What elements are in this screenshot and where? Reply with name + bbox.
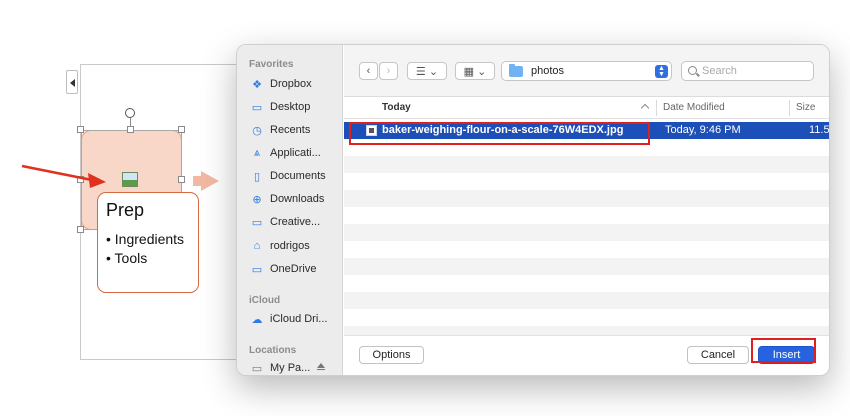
column-header-date-modified[interactable]: Date Modified: [663, 102, 725, 113]
sort-ascending-icon: [640, 103, 650, 113]
dropbox-icon: ❖: [252, 78, 262, 91]
red-annotation-arrow-icon: [21, 164, 106, 188]
cancel-button[interactable]: Cancel: [687, 346, 749, 364]
sidebar-item-documents[interactable]: ▯ Documents: [250, 167, 342, 185]
sidebar-header-favorites: Favorites: [249, 59, 294, 70]
empty-row: [344, 190, 829, 207]
empty-row: [344, 156, 829, 173]
slide-card-title: Prep: [106, 200, 145, 220]
empty-row: [344, 275, 829, 292]
empty-row: [344, 207, 829, 224]
eject-icon[interactable]: [317, 363, 325, 370]
forward-button[interactable]: ›: [379, 62, 398, 80]
file-size: 11.5: [809, 124, 830, 136]
insert-highlight-annotation: [751, 338, 816, 363]
download-icon: ⊕: [252, 193, 262, 206]
empty-row: [344, 241, 829, 258]
back-button[interactable]: ‹: [359, 62, 378, 80]
sidebar-item-applications[interactable]: ⩓ Applicati...: [250, 144, 342, 162]
sidebar-item-onedrive[interactable]: ▭ OneDrive: [250, 260, 342, 278]
sidebar-item-dropbox[interactable]: ❖ Dropbox: [250, 75, 342, 93]
list-view-icon: ☰ ⌄: [415, 65, 439, 78]
options-button[interactable]: Options: [359, 346, 424, 364]
dialog-toolbar: ‹ › ☰ ⌄ ▦ ⌄ photos ▲ ▼: [344, 45, 829, 97]
sidebar-header-locations: Locations: [249, 345, 297, 356]
sidebar-item-creative-cloud[interactable]: ▭ Creative...: [250, 213, 342, 231]
slide-bullet: • Ingredients: [106, 231, 185, 247]
sidebar-header-icloud: iCloud: [249, 295, 281, 306]
sidebar-item-desktop[interactable]: ▭ Desktop: [250, 98, 342, 116]
sidebar-item-home[interactable]: ⌂ rodrigos: [250, 237, 342, 255]
file-date-modified: Today, 9:46 PM: [665, 124, 741, 136]
view-list-button[interactable]: ☰ ⌄: [407, 62, 447, 80]
column-header-name[interactable]: Today: [382, 102, 411, 113]
folder-icon: ▭: [251, 263, 263, 276]
column-divider[interactable]: [789, 100, 790, 116]
arrow-shape: [193, 171, 219, 191]
empty-row: [344, 292, 829, 309]
cloud-icon: ☁: [251, 313, 263, 326]
column-divider[interactable]: [656, 100, 657, 116]
resize-handle[interactable]: [77, 226, 84, 233]
chevron-right-icon: ›: [386, 65, 391, 77]
chevron-left-icon: ‹: [366, 65, 371, 77]
chevron-updown-icon: ▲ ▼: [655, 65, 668, 78]
empty-row: [344, 258, 829, 275]
search-field[interactable]: [681, 61, 814, 81]
empty-row: [344, 173, 829, 190]
applications-icon: ⩓: [253, 146, 261, 159]
sidebar-item-icloud-drive[interactable]: ☁ iCloud Dri...: [250, 310, 342, 328]
search-input[interactable]: [702, 64, 807, 78]
insert-picture-dialog: Favorites ❖ Dropbox ▭ Desktop ◷ Recents …: [236, 44, 830, 376]
empty-row: [344, 309, 829, 326]
slide-bullet: • Tools: [106, 250, 148, 266]
resize-handle[interactable]: [178, 126, 185, 133]
file-highlight-annotation: [349, 122, 650, 145]
sidebar: Favorites ❖ Dropbox ▭ Desktop ◷ Recents …: [237, 45, 343, 375]
folder-icon: ▭: [251, 216, 263, 229]
column-header-size[interactable]: Size: [796, 102, 815, 113]
clock-icon: ◷: [252, 124, 262, 137]
home-icon: ⌂: [253, 240, 261, 252]
collapse-pane-tab[interactable]: [66, 70, 78, 94]
rotate-handle-icon[interactable]: [125, 108, 135, 118]
current-folder-label: photos: [531, 65, 565, 77]
folder-path-popup[interactable]: photos ▲ ▼: [501, 61, 672, 81]
resize-handle[interactable]: [127, 126, 134, 133]
empty-row: [344, 224, 829, 241]
sidebar-item-recents[interactable]: ◷ Recents: [250, 121, 342, 139]
sidebar-item-my-passport[interactable]: ▭ My Pa...: [250, 359, 320, 375]
drive-icon: ▭: [251, 362, 263, 375]
file-browser: ‹ › ☰ ⌄ ▦ ⌄ photos ▲▼ Today: [344, 45, 830, 375]
grid-view-icon: ▦ ⌄: [463, 65, 487, 78]
desktop-icon: ▭: [251, 101, 263, 114]
folder-icon: [509, 64, 523, 77]
document-icon: ▯: [253, 170, 261, 183]
sidebar-item-downloads[interactable]: ⊕ Downloads: [250, 190, 342, 208]
resize-handle[interactable]: [77, 126, 84, 133]
resize-handle[interactable]: [178, 176, 185, 183]
column-headers: Today Date Modified Size: [344, 97, 829, 119]
search-icon: [688, 66, 697, 75]
view-grid-button[interactable]: ▦ ⌄: [455, 62, 495, 80]
